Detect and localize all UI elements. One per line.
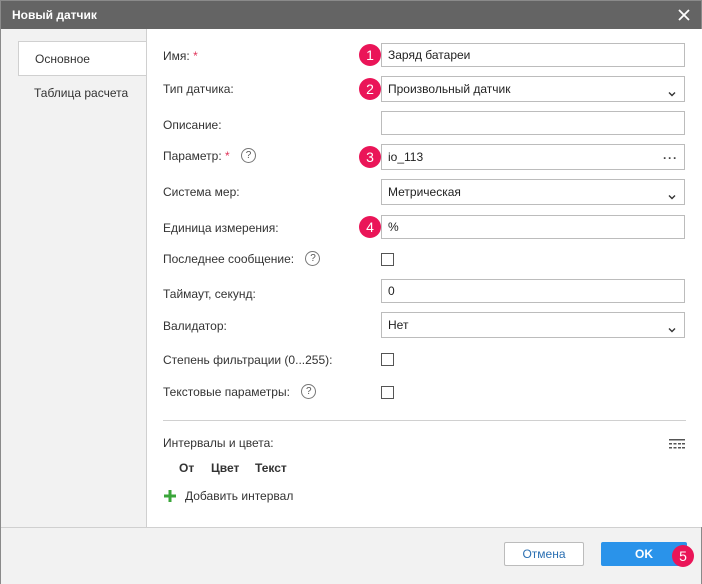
filter-checkbox[interactable] xyxy=(381,353,394,366)
chevron-down-icon xyxy=(667,83,677,107)
help-icon[interactable]: ? xyxy=(241,148,257,164)
measure-system-select[interactable]: Метрическая xyxy=(381,179,685,205)
validator-select[interactable]: Нет xyxy=(381,312,685,338)
unit-input[interactable]: % xyxy=(381,215,685,239)
name-label-text: Имя: xyxy=(163,49,190,63)
new-sensor-dialog: Новый датчик Основное Таблица расчета Им… xyxy=(0,0,702,584)
close-icon[interactable] xyxy=(675,6,693,24)
text-params-label: Текстовые параметры: ? xyxy=(163,384,317,400)
name-input[interactable]: Заряд батареи xyxy=(381,43,685,67)
badge-5: 5 xyxy=(672,545,694,567)
dialog-titlebar: Новый датчик xyxy=(1,1,701,29)
sensor-type-value: Произвольный датчик xyxy=(388,82,511,96)
badge-4: 4 xyxy=(359,216,381,238)
text-params-checkbox[interactable] xyxy=(381,386,394,399)
dialog-title: Новый датчик xyxy=(12,8,97,22)
sensor-type-select[interactable]: Произвольный датчик xyxy=(381,76,685,102)
required-mark: * xyxy=(225,149,230,163)
parameter-value: io_113 xyxy=(388,150,424,164)
more-options-icon[interactable]: ··· xyxy=(663,146,678,170)
description-input[interactable] xyxy=(381,111,685,135)
add-interval-label: Добавить интервал xyxy=(185,489,294,503)
measure-system-label: Система мер: xyxy=(163,185,240,199)
filter-label: Степень фильтрации (0...255): xyxy=(163,353,333,367)
table-grid-icon[interactable] xyxy=(669,438,685,455)
tab-calculation-table[interactable]: Таблица расчета xyxy=(18,77,146,112)
name-label: Имя: * xyxy=(163,49,198,63)
plus-icon xyxy=(163,489,177,506)
validator-label: Валидатор: xyxy=(163,319,227,333)
divider xyxy=(163,420,686,421)
required-mark: * xyxy=(193,49,198,63)
chevron-down-icon xyxy=(667,186,677,210)
parameter-label: Параметр: * ? xyxy=(163,148,257,164)
badge-1: 1 xyxy=(359,44,381,66)
help-icon[interactable]: ? xyxy=(301,384,317,400)
dialog-footer: Отмена OK 5 xyxy=(1,527,701,584)
dialog-body: Основное Таблица расчета Имя: * Заряд ба… xyxy=(1,29,702,527)
add-interval-button[interactable]: Добавить интервал xyxy=(163,489,293,503)
timeout-label: Таймаут, секунд: xyxy=(163,287,256,301)
help-icon[interactable]: ? xyxy=(305,251,321,267)
badge-3: 3 xyxy=(359,146,381,168)
badge-2: 2 xyxy=(359,78,381,100)
last-message-checkbox[interactable] xyxy=(381,253,394,266)
measure-system-value: Метрическая xyxy=(388,185,461,199)
last-message-label: Последнее сообщение: ? xyxy=(163,251,321,267)
tab-main[interactable]: Основное xyxy=(18,41,146,76)
last-message-label-text: Последнее сообщение: xyxy=(163,252,295,266)
timeout-input[interactable]: 0 xyxy=(381,279,685,303)
intervals-title: Интервалы и цвета: xyxy=(163,436,274,450)
chevron-down-icon xyxy=(667,319,677,343)
column-header-text: Текст xyxy=(255,461,287,475)
description-label: Описание: xyxy=(163,118,222,132)
unit-label: Единица измерения: xyxy=(163,221,279,235)
cancel-button[interactable]: Отмена xyxy=(504,542,584,566)
validator-value: Нет xyxy=(388,318,409,332)
sensor-type-label: Тип датчика: xyxy=(163,82,234,96)
text-params-label-text: Текстовые параметры: xyxy=(163,385,290,399)
parameter-input[interactable]: io_113 ··· xyxy=(381,144,685,170)
column-header-color: Цвет xyxy=(211,461,240,475)
column-header-from: От xyxy=(179,461,195,475)
form-content: Имя: * Заряд батареи Тип датчика: Произв… xyxy=(146,29,702,527)
parameter-label-text: Параметр: xyxy=(163,149,222,163)
